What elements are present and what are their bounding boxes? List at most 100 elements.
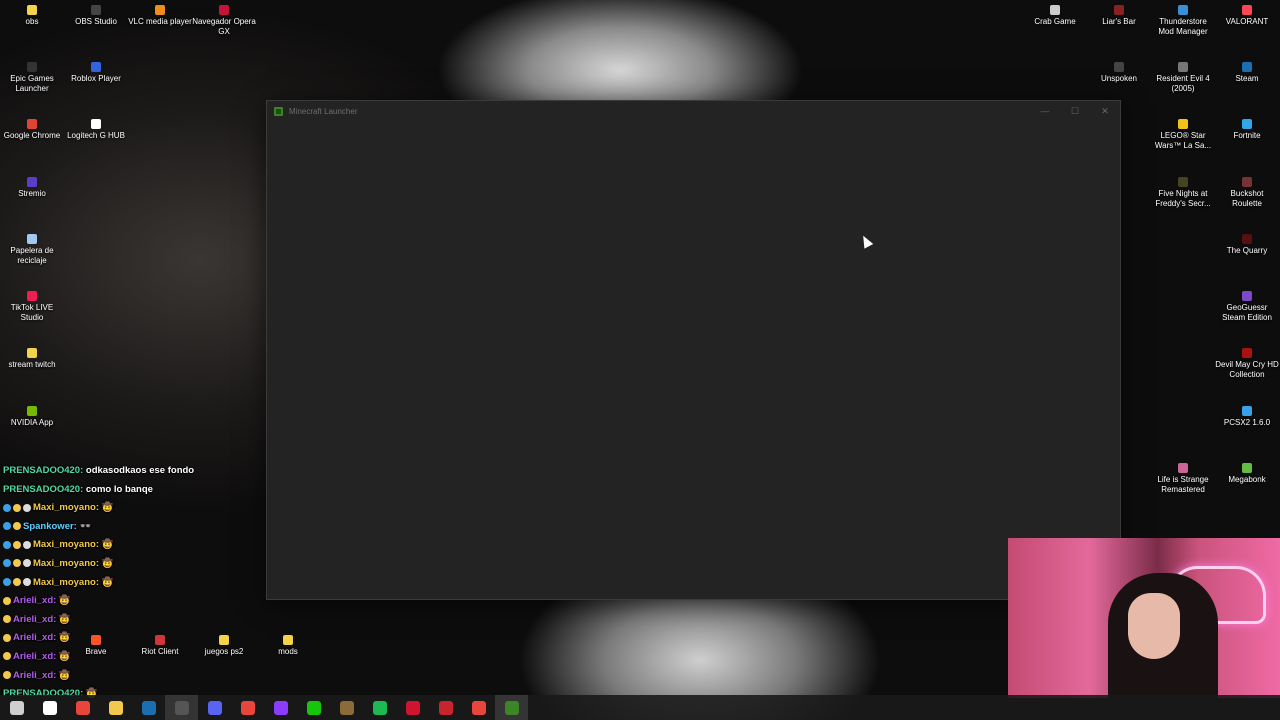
minecraft-launcher-taskbar-button[interactable] <box>495 695 528 720</box>
desktop-icon-unspoken[interactable]: Unspoken <box>1087 62 1151 84</box>
maximize-button[interactable]: ☐ <box>1060 101 1090 121</box>
desktop-icon-label: Logitech G HUB <box>67 131 125 140</box>
desktop-icon-navegador-opera-gx[interactable]: Navegador Opera GX <box>192 5 256 37</box>
desktop-icon-life-is-strange-remastered[interactable]: Life is Strange Remastered <box>1151 463 1215 495</box>
desktop-icon-fortnite[interactable]: Fortnite <box>1215 119 1279 141</box>
chat-username: Maxi_moyano: <box>33 502 99 514</box>
desktop-icon-label: Devil May Cry HD Collection <box>1215 360 1279 379</box>
chrome-2-taskbar-button[interactable] <box>231 695 264 720</box>
desktop-icon-vlc-media-player[interactable]: VLC media player <box>128 5 192 27</box>
desktop-icon-papelera-de-reciclaje[interactable]: Papelera de reciclaje <box>0 234 64 266</box>
steam-taskbar-button[interactable] <box>132 695 165 720</box>
desktop-icon-steam[interactable]: Steam <box>1215 62 1279 84</box>
desktop-icon-thunderstore-mod-manager[interactable]: Thunderstore Mod Manager <box>1151 5 1215 37</box>
file-explorer-button[interactable] <box>99 695 132 720</box>
desktop-icon-crab-game[interactable]: Crab Game <box>1023 5 1087 27</box>
chat-text: 🤠 <box>56 669 71 681</box>
desktop-icon-label: GeoGuessr Steam Edition <box>1222 303 1272 322</box>
minecraft-launcher-taskbar-icon <box>504 700 519 715</box>
desktop-icon-label: Stremio <box>18 189 46 198</box>
desktop-icon-devil-may-cry-hd-collection[interactable]: Devil May Cry HD Collection <box>1215 348 1279 380</box>
chat-message: Maxi_moyano: 🤠 <box>3 574 303 593</box>
voicemeeter-taskbar-button[interactable] <box>429 695 462 720</box>
window-content <box>267 121 1120 599</box>
chat-text: 🤠 <box>56 650 71 662</box>
app-icon <box>27 291 37 301</box>
app-icon <box>1242 348 1252 358</box>
desktop-icon-stream-twitch[interactable]: stream twitch <box>0 348 64 370</box>
desktop-icon-label: Liar's Bar <box>1102 17 1136 26</box>
desktop-icon-geoguessr-steam-edition[interactable]: GeoGuessr Steam Edition <box>1215 291 1279 323</box>
desktop-icon-label: Fortnite <box>1233 131 1261 140</box>
chat-badge-icon <box>13 522 21 531</box>
chat-badge-icon <box>13 578 21 587</box>
desktop-icon-obs-studio[interactable]: OBS Studio <box>64 5 128 27</box>
desktop-icon-label: stream twitch <box>8 360 56 369</box>
desktop-icon-stremio[interactable]: Stremio <box>0 177 64 199</box>
chat-badge-icon <box>13 540 21 549</box>
chrome-3-taskbar-button[interactable] <box>462 695 495 720</box>
desktop-icon-tiktok-live-studio[interactable]: TikTok LIVE Studio <box>0 291 64 323</box>
voicemeeter-taskbar-icon <box>438 700 453 715</box>
minecraft-launcher-window[interactable]: Minecraft Launcher — ☐ ✕ <box>266 100 1121 600</box>
desktop-icon-label: VALORANT <box>1225 17 1269 26</box>
app-icon <box>1242 291 1252 301</box>
desktop-icon-label: Steam <box>1235 74 1259 83</box>
chat-username: Arieli_xd: <box>13 595 57 607</box>
minimize-button[interactable]: — <box>1030 101 1060 121</box>
start-button[interactable] <box>0 695 33 720</box>
minecraft-block-icon <box>339 700 354 715</box>
desktop-icon-liar-s-bar[interactable]: Liar's Bar <box>1087 5 1151 27</box>
desktop-icon-roblox-player[interactable]: Roblox Player <box>64 62 128 84</box>
desktop-icon-label: Buckshot Roulette <box>1230 189 1264 208</box>
app-icon <box>1178 119 1188 129</box>
close-button[interactable]: ✕ <box>1090 101 1120 121</box>
desktop-icon-label: PCSX2 1.6.0 <box>1223 418 1271 427</box>
desktop-icon-label: Navegador Opera GX <box>192 17 256 36</box>
desktop-icon-label: Five Nights at Freddy's Secr... <box>1155 189 1211 208</box>
desktop-icon-resident-evil-4-2005[interactable]: Resident Evil 4 (2005) <box>1151 62 1215 94</box>
chat-message: Arieli_xd: 🤠 <box>3 667 303 686</box>
desktop-icon-nvidia-app[interactable]: NVIDIA App <box>0 406 64 428</box>
search-button[interactable] <box>33 695 66 720</box>
capcut-taskbar-button[interactable] <box>297 695 330 720</box>
app-icon <box>27 119 37 129</box>
opera-taskbar-button[interactable] <box>396 695 429 720</box>
desktop-icon-the-quarry[interactable]: The Quarry <box>1215 234 1279 256</box>
chat-badge-icon <box>23 578 31 587</box>
app-icon <box>91 62 101 72</box>
app-icon <box>1178 463 1188 473</box>
obs-taskbar-button[interactable] <box>165 695 198 720</box>
desktop-icon-obs[interactable]: obs <box>0 5 64 27</box>
desktop-icon-label: Unspoken <box>1100 74 1138 83</box>
app-icon <box>1050 5 1060 15</box>
chrome-2-taskbar-icon <box>240 700 255 715</box>
desktop-icon-valorant[interactable]: VALORANT <box>1215 5 1279 27</box>
window-titlebar[interactable]: Minecraft Launcher — ☐ ✕ <box>267 101 1120 121</box>
chat-badge-icon <box>13 559 21 568</box>
discord-taskbar-button[interactable] <box>198 695 231 720</box>
chat-badge-icon <box>23 559 31 568</box>
chat-badge-icon <box>3 503 11 512</box>
desktop-icon-megabonk[interactable]: Megabonk <box>1215 463 1279 485</box>
chat-text: 🤠 <box>99 539 114 551</box>
desktop-icon-logitech-g-hub[interactable]: Logitech G HUB <box>64 119 128 141</box>
chat-username: PRENSADOO420: <box>3 483 84 495</box>
desktop-icon-pcsx2-1-6-0[interactable]: PCSX2 1.6.0 <box>1215 406 1279 428</box>
desktop-icon-buckshot-roulette[interactable]: Buckshot Roulette <box>1215 177 1279 209</box>
desktop-icon-epic-games-launcher[interactable]: Epic Games Launcher <box>0 62 64 94</box>
canva-taskbar-button[interactable] <box>264 695 297 720</box>
canva-taskbar-icon <box>273 700 288 715</box>
desktop-icon-lego-star-wars-la-sa[interactable]: LEGO® Star Wars™ La Sa... <box>1151 119 1215 151</box>
chat-username: Maxi_moyano: <box>33 576 99 588</box>
minecraft-block-button[interactable] <box>330 695 363 720</box>
chat-message: Maxi_moyano: 🤠 <box>3 499 303 518</box>
chat-text: 🤠 <box>99 576 114 588</box>
desktop-icon-google-chrome[interactable]: Google Chrome <box>0 119 64 141</box>
spotify-taskbar-button[interactable] <box>363 695 396 720</box>
desktop-icon-five-nights-at-freddy-s-secr[interactable]: Five Nights at Freddy's Secr... <box>1151 177 1215 209</box>
chat-badge-icon <box>3 671 11 680</box>
chat-badge-icon <box>3 652 11 661</box>
chat-username: Arieli_xd: <box>13 632 57 644</box>
chrome-taskbar-button[interactable] <box>66 695 99 720</box>
